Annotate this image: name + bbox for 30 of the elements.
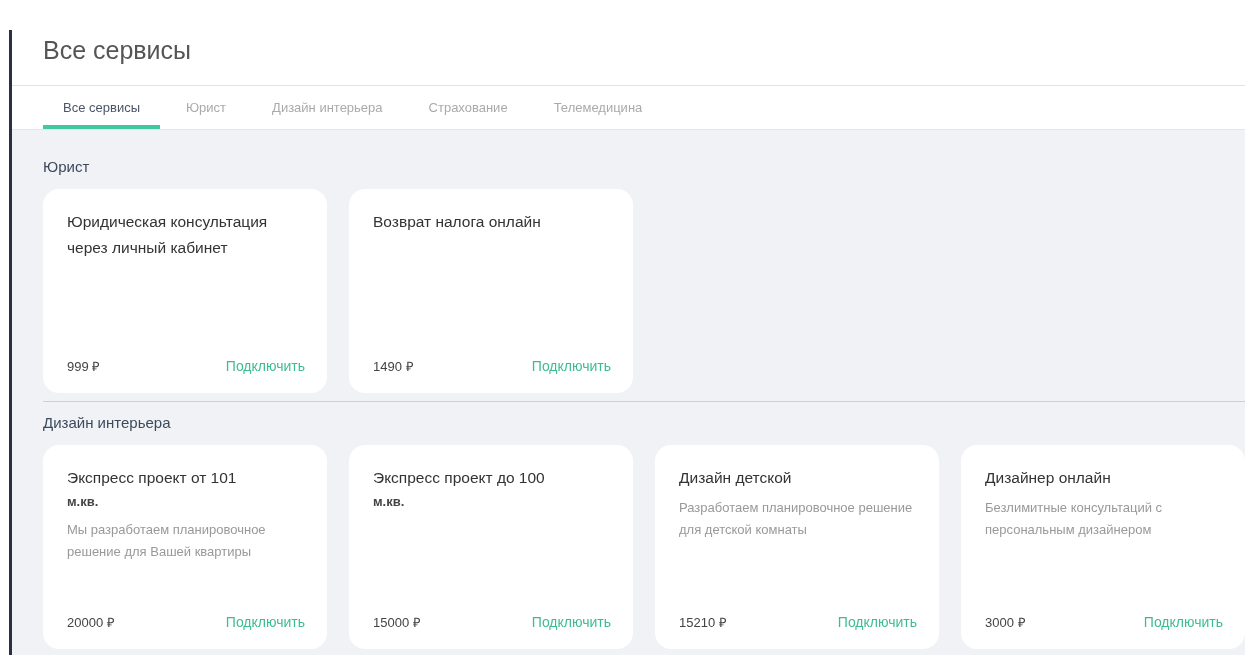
price: 15000 ₽ — [373, 614, 421, 631]
page-title: Все сервисы — [43, 36, 192, 65]
tab[interactable]: Юрист — [166, 86, 247, 129]
price: 999 ₽ — [67, 358, 101, 375]
price: 20000 ₽ — [67, 614, 115, 631]
tab[interactable]: Телемедицина — [533, 86, 663, 129]
connect-link[interactable]: Подключить — [531, 614, 611, 630]
connect-link[interactable]: Подключить — [225, 614, 305, 630]
card-description: Разработаем планировочное решение для детской комнаты — [679, 499, 914, 539]
tab[interactable]: Дизайн интерьера — [252, 86, 403, 129]
section-title: Дизайн интерьера — [43, 414, 172, 431]
section-title: Юрист — [43, 158, 91, 175]
card-title: Возврат налога онлайн — [373, 212, 542, 232]
card-title: Экспресс проект до 100 — [373, 468, 546, 488]
card-description: Безлимитные консультаций с персональным дизайнером — [985, 499, 1164, 539]
tab[interactable]: Страхование — [408, 86, 528, 129]
connect-link[interactable]: Подключить — [1143, 614, 1223, 630]
card-title: Юридическая консультация через личный кабинет — [67, 212, 269, 258]
card-unit: м.кв. — [67, 493, 100, 511]
connect-link[interactable]: Подключить — [837, 614, 917, 630]
card-title: Дизайн детской — [679, 468, 793, 488]
card-title: Дизайнер онлайн — [985, 468, 1112, 488]
card-title: Экспресс проект от 101 — [67, 468, 238, 488]
price: 15210 ₽ — [679, 614, 727, 631]
connect-link[interactable]: Подключить — [531, 358, 611, 374]
connect-link[interactable]: Подключить — [225, 358, 305, 374]
card-description: Мы разработаем планировочное решение для Вашей квартиры — [67, 521, 267, 561]
price: 3000 ₽ — [985, 614, 1026, 631]
card-unit: м.кв. — [373, 493, 406, 511]
price: 1490 ₽ — [373, 358, 414, 375]
